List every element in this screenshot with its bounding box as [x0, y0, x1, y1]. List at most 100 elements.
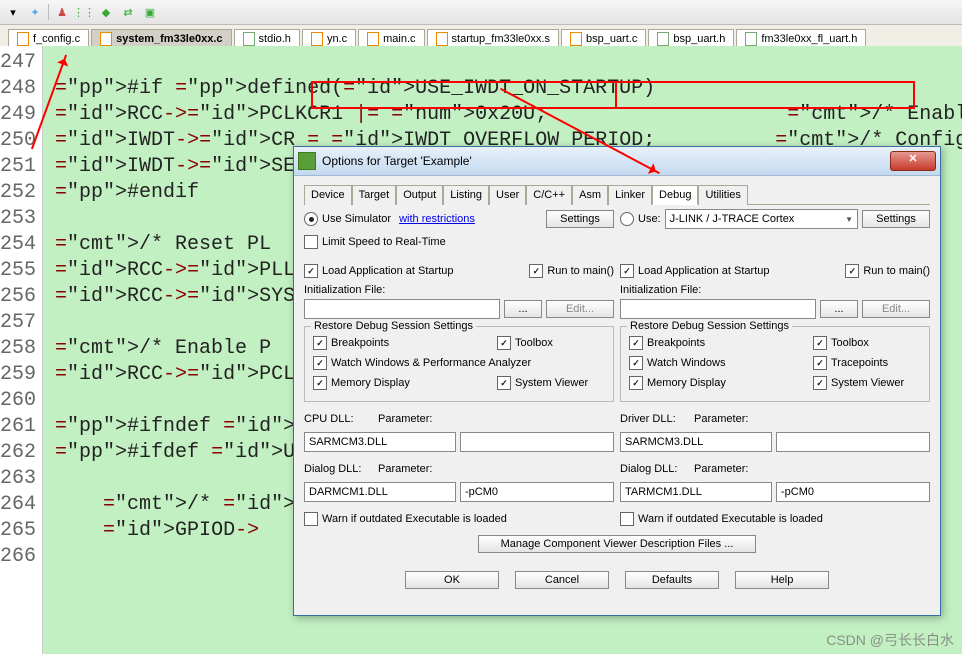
dialog-tab-user[interactable]: User [489, 185, 526, 205]
md-right-checkbox[interactable] [629, 376, 643, 390]
dropdown-icon[interactable]: ▾ [4, 3, 22, 21]
dots-icon[interactable]: ⋮⋮ [75, 3, 93, 21]
limit-speed-checkbox[interactable] [304, 235, 318, 249]
restore-left-title: Restore Debug Session Settings [311, 320, 476, 332]
drv-dll-label: Driver DLL: [620, 413, 690, 425]
init-file-right-input[interactable] [620, 299, 816, 319]
run-main-right-checkbox[interactable] [845, 264, 859, 278]
help-button[interactable]: Help [735, 571, 829, 589]
use-simulator-label: Use Simulator [322, 213, 391, 225]
tab-label: fm33le0xx_fl_uart.h [761, 33, 857, 45]
ww-right-label: Watch Windows [647, 357, 725, 369]
sv-right-checkbox[interactable] [813, 376, 827, 390]
load-app-right-checkbox[interactable] [620, 264, 634, 278]
adapter-settings-button[interactable]: Settings [862, 210, 930, 228]
arrows-icon[interactable]: ⇄ [119, 3, 137, 21]
ww-right-checkbox[interactable] [629, 356, 643, 370]
tp-right-label: Tracepoints [831, 357, 921, 369]
browse-left-button[interactable]: ... [504, 300, 542, 318]
browse-right-button[interactable]: ... [820, 300, 858, 318]
dialog-tab-debug[interactable]: Debug [652, 185, 698, 205]
dialog-tab-device[interactable]: Device [304, 185, 352, 205]
dialog-tab-linker[interactable]: Linker [608, 185, 652, 205]
use-simulator-radio[interactable] [304, 212, 318, 226]
drv-param-input[interactable] [776, 432, 930, 452]
dialog-title: Options for Target 'Example' [322, 154, 884, 168]
warn-right-label: Warn if outdated Executable is loaded [638, 513, 823, 525]
sv-left-checkbox[interactable] [497, 376, 511, 390]
file-icon [243, 32, 255, 46]
use-adapter-label: Use: [638, 213, 661, 225]
dlg-dll-left-input[interactable] [304, 482, 456, 502]
dlg-dll-left-label: Dialog DLL: [304, 463, 374, 475]
tb-left-checkbox[interactable] [497, 336, 511, 350]
run-main-left-label: Run to main() [547, 265, 614, 277]
load-app-left-checkbox[interactable] [304, 264, 318, 278]
person-icon[interactable]: ♟ [53, 3, 71, 21]
tab-label: startup_fm33le0xx.s [452, 33, 550, 45]
init-file-left-label: Initialization File: [304, 284, 614, 296]
init-file-left-input[interactable] [304, 299, 500, 319]
warn-right-checkbox[interactable] [620, 512, 634, 526]
dialog-tab-output[interactable]: Output [396, 185, 443, 205]
dialog-tab-c/c++[interactable]: C/C++ [526, 185, 572, 205]
run-main-left-checkbox[interactable] [529, 264, 543, 278]
sim-settings-button[interactable]: Settings [546, 210, 614, 228]
load-app-right-label: Load Application at Startup [638, 265, 769, 277]
tab-label: f_config.c [33, 33, 80, 45]
diamond-icon[interactable]: ◆ [97, 3, 115, 21]
close-button[interactable]: ✕ [890, 151, 936, 171]
md-left-label: Memory Display [331, 377, 410, 389]
restore-right-group: Restore Debug Session Settings Breakpoin… [620, 326, 930, 402]
tb-left-label: Toolbox [515, 337, 605, 349]
file-icon [436, 32, 448, 46]
md-left-checkbox[interactable] [313, 376, 327, 390]
drv-dll-input[interactable] [620, 432, 772, 452]
cpu-param-label: Parameter: [378, 413, 432, 425]
ww-left-checkbox[interactable] [313, 356, 327, 370]
ok-button[interactable]: OK [405, 571, 499, 589]
init-file-right-label: Initialization File: [620, 284, 930, 296]
edit-right-button[interactable]: Edit... [862, 300, 930, 318]
dialog-tab-utilities[interactable]: Utilities [698, 185, 747, 205]
use-adapter-radio[interactable] [620, 212, 634, 226]
dialog-tab-asm[interactable]: Asm [572, 185, 608, 205]
edit-left-button[interactable]: Edit... [546, 300, 614, 318]
manage-button[interactable]: Manage Component Viewer Description File… [478, 535, 756, 553]
warn-left-label: Warn if outdated Executable is loaded [322, 513, 507, 525]
adapter-select[interactable]: J-LINK / J-TRACE Cortex [665, 209, 858, 229]
file-icon [367, 32, 379, 46]
cancel-button[interactable]: Cancel [515, 571, 609, 589]
sv-left-label: System Viewer [515, 377, 605, 389]
bp-left-checkbox[interactable] [313, 336, 327, 350]
tp-right-checkbox[interactable] [813, 356, 827, 370]
tab-label: yn.c [327, 33, 347, 45]
file-icon [657, 32, 669, 46]
cpu-dll-input[interactable] [304, 432, 456, 452]
defaults-button[interactable]: Defaults [625, 571, 719, 589]
with-restrictions-link[interactable]: with restrictions [399, 213, 475, 225]
bp-right-checkbox[interactable] [629, 336, 643, 350]
dlg-param-right-label: Parameter: [694, 463, 748, 475]
dialog-tab-listing[interactable]: Listing [443, 185, 489, 205]
ww-left-label: Watch Windows & Performance Analyzer [331, 357, 531, 369]
drv-param-label: Parameter: [694, 413, 748, 425]
file-icon [745, 32, 757, 46]
dlg-dll-right-input[interactable] [620, 482, 772, 502]
file-tabs: f_config.csystem_fm33le0xx.cstdio.hyn.cm… [0, 25, 962, 48]
warn-left-checkbox[interactable] [304, 512, 318, 526]
file-icon [17, 32, 29, 46]
box-icon[interactable]: ▣ [141, 3, 159, 21]
cpu-param-input[interactable] [460, 432, 614, 452]
left-panel: Use Simulator with restrictions Settings… [304, 209, 614, 529]
tb-right-checkbox[interactable] [813, 336, 827, 350]
bp-right-label: Breakpoints [647, 337, 705, 349]
dlg-param-left-input[interactable] [460, 482, 614, 502]
wand-icon[interactable]: ✦ [26, 3, 44, 21]
dlg-dll-right-label: Dialog DLL: [620, 463, 690, 475]
run-main-right-label: Run to main() [863, 265, 930, 277]
watermark: CSDN @弓长长白水 [826, 630, 954, 650]
tab-label: main.c [383, 33, 415, 45]
dialog-tab-target[interactable]: Target [352, 185, 397, 205]
dlg-param-right-input[interactable] [776, 482, 930, 502]
